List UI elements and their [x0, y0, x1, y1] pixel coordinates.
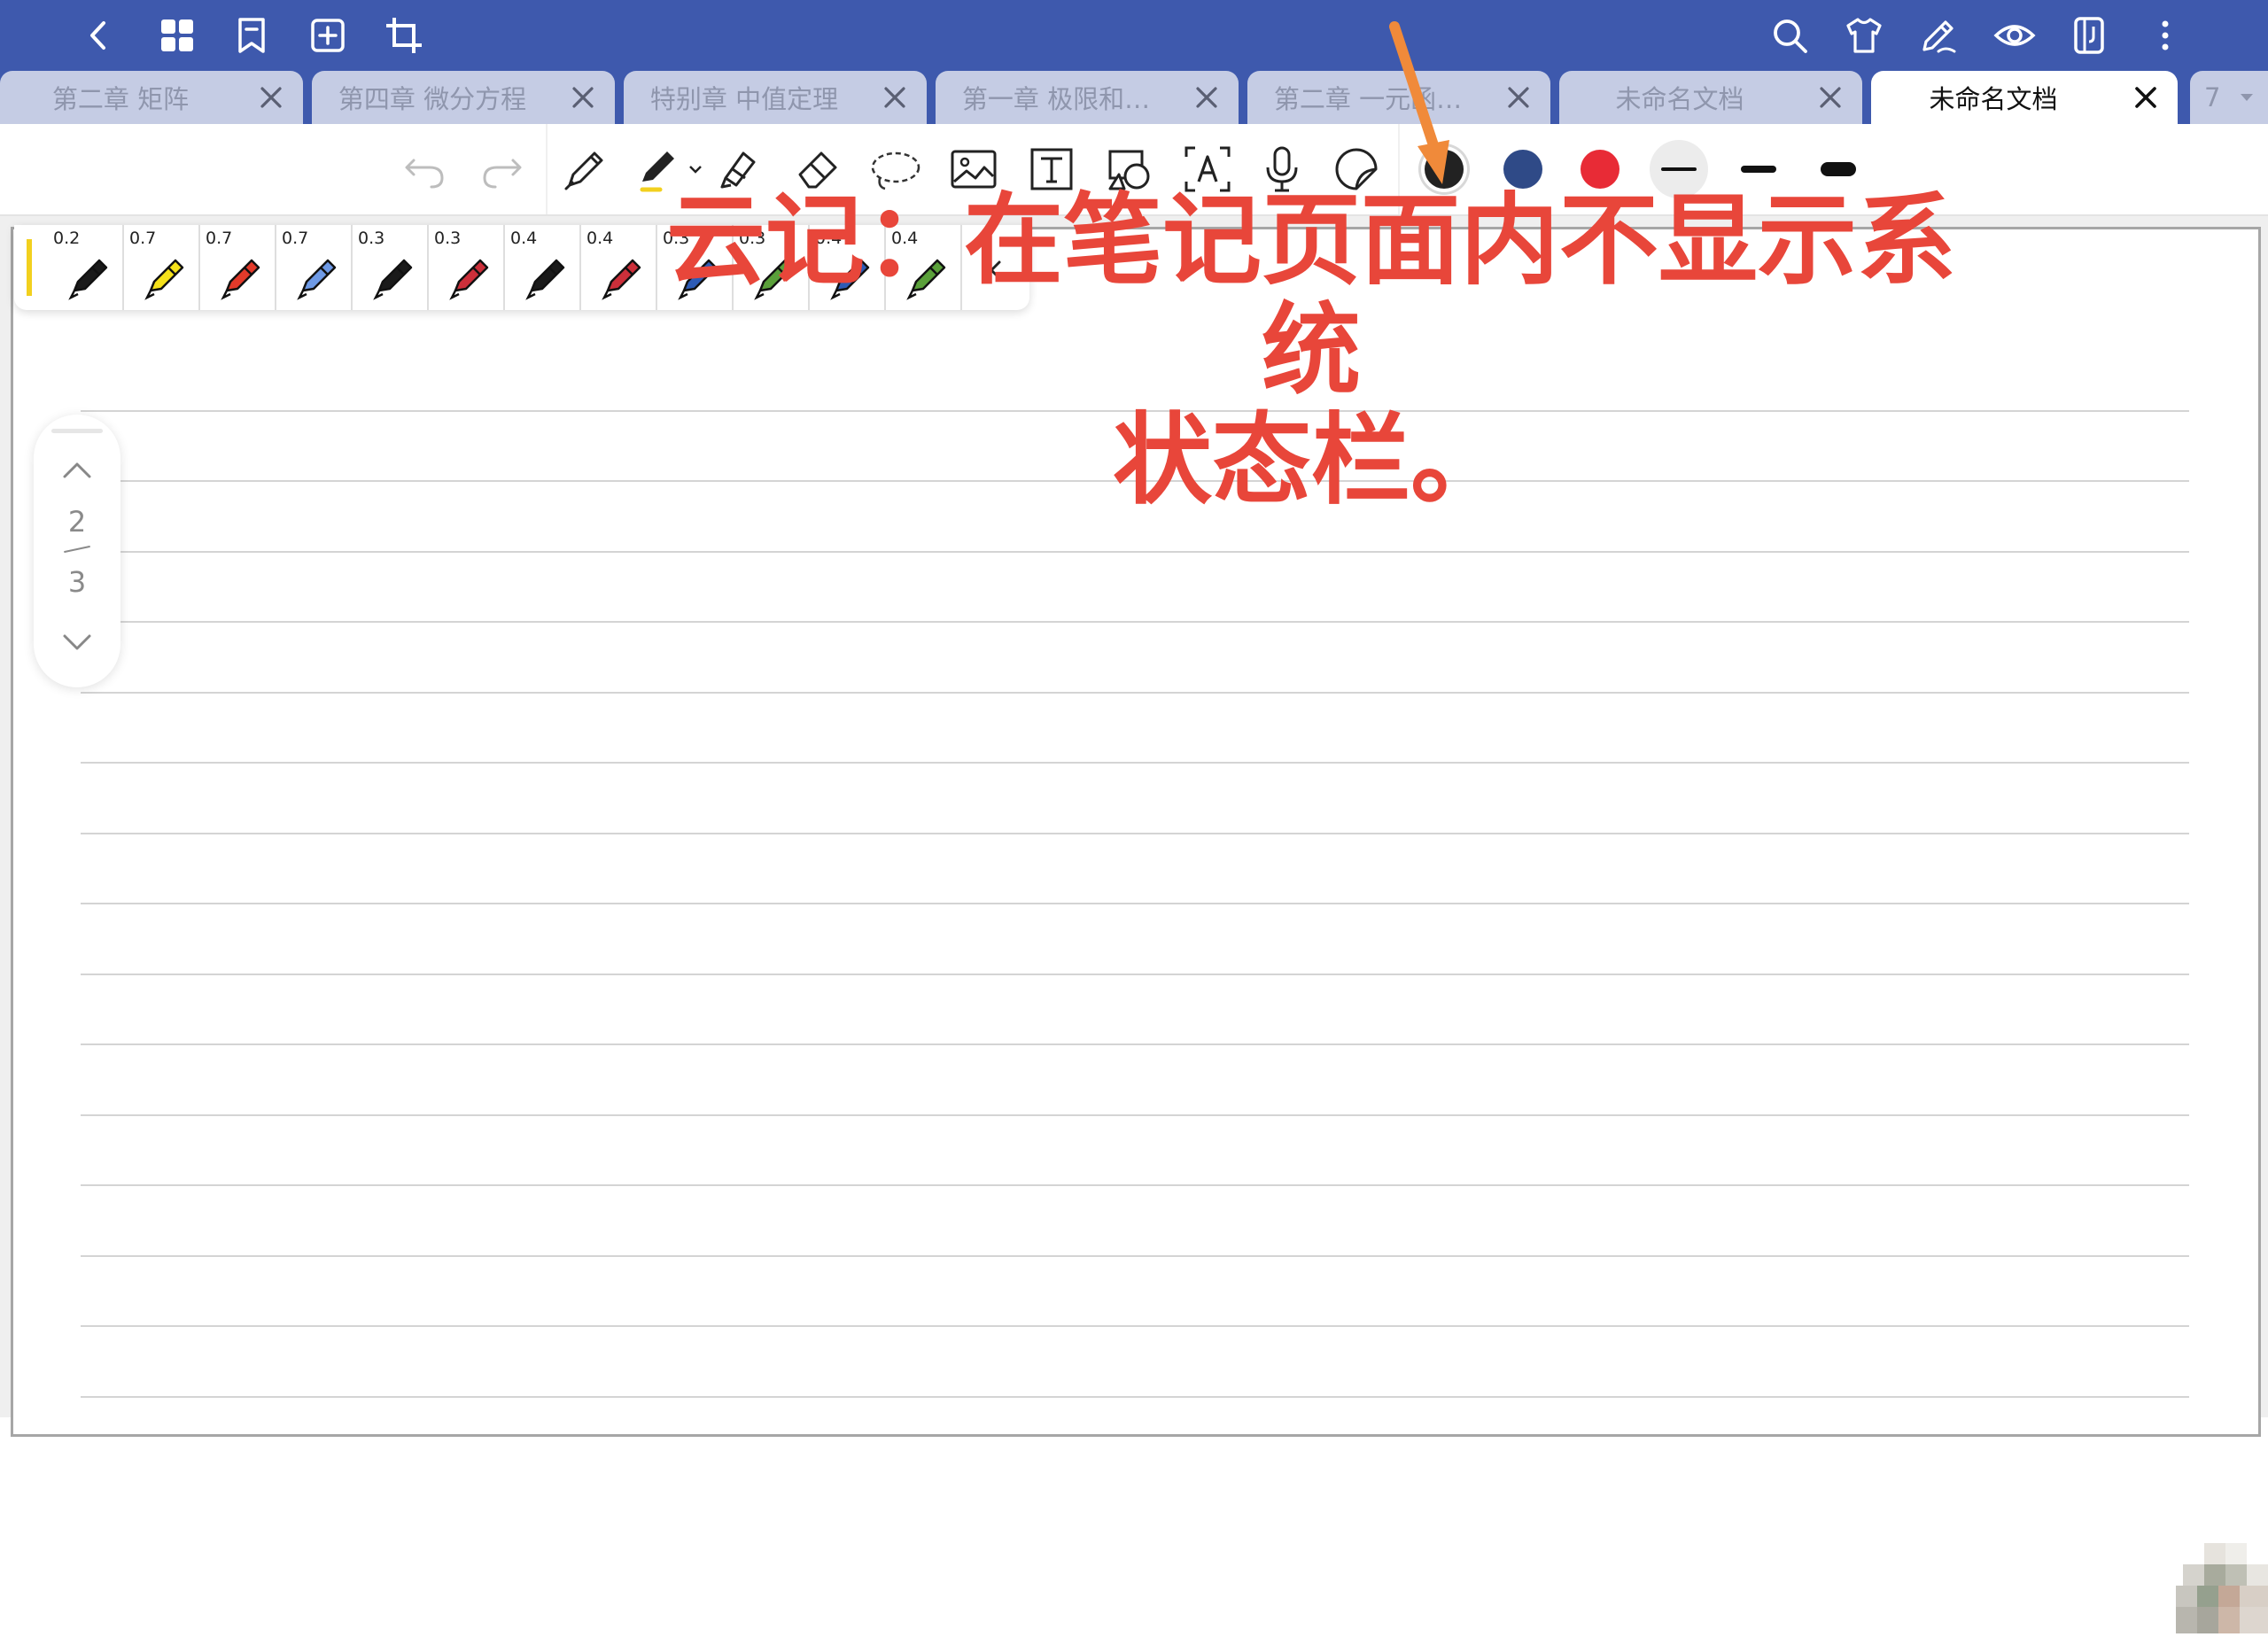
ruled-line: [81, 1255, 2189, 1257]
tab-document-active[interactable]: 未命名文档: [1871, 71, 2178, 124]
undo-icon[interactable]: [397, 140, 455, 198]
tab-document[interactable]: 第二章 矩阵: [0, 71, 303, 124]
eye-icon[interactable]: [1990, 11, 2039, 60]
add-page-icon[interactable]: [303, 11, 353, 60]
close-icon[interactable]: [1503, 81, 1534, 113]
ruled-line: [81, 1325, 2189, 1327]
ruled-line: [81, 551, 2189, 553]
close-icon[interactable]: [879, 81, 911, 113]
tab-label: 未命名文档: [1929, 84, 2058, 114]
chevron-up-icon[interactable]: [50, 445, 104, 498]
current-page-number: 2: [67, 505, 87, 539]
tab-document[interactable]: 第四章 微分方程: [312, 71, 615, 124]
pen-preset[interactable]: 0.3: [427, 225, 505, 310]
pen-preset[interactable]: 0.7: [198, 225, 276, 310]
pen-size-label: 0.3: [434, 229, 462, 248]
pen-size-label: 0.7: [206, 229, 233, 248]
drag-handle[interactable]: [51, 429, 103, 433]
tab-count-dropdown[interactable]: 7: [2190, 71, 2268, 124]
pen-edit-icon[interactable]: [1914, 11, 1963, 60]
tab-label: 特别章 中值定理: [649, 84, 839, 114]
shirt-icon[interactable]: [1839, 11, 1889, 60]
top-app-bar: [0, 0, 2268, 71]
annotation-arrow: [1389, 21, 1449, 184]
ruled-line: [81, 903, 2189, 904]
close-icon[interactable]: [2130, 81, 2162, 113]
tab-document[interactable]: 未命名文档: [1559, 71, 1862, 124]
tab-label: 未命名文档: [1615, 84, 1744, 114]
pen-icon: [525, 259, 565, 300]
annotation-line-1: 云记：在笔记页面内不显示系统: [666, 183, 1956, 408]
tab-label: 第一章 极限和…: [961, 84, 1151, 114]
pen-size-label: 0.4: [510, 229, 538, 248]
close-icon[interactable]: [1814, 81, 1846, 113]
chevron-down-icon: [689, 166, 702, 174]
ruled-line: [81, 1396, 2189, 1398]
tab-document[interactable]: 特别章 中值定理: [624, 71, 927, 124]
ruled-line: [81, 621, 2189, 623]
pen-icon: [68, 259, 108, 300]
notebook-icon[interactable]: [2064, 11, 2114, 60]
close-icon[interactable]: [255, 81, 287, 113]
back-icon[interactable]: [74, 11, 124, 60]
pen-preset[interactable]: 0.4: [503, 225, 581, 310]
close-icon[interactable]: [567, 81, 599, 113]
pen-size-label: 0.7: [282, 229, 309, 248]
tab-document[interactable]: 第一章 极限和…: [936, 71, 1239, 124]
pen-icon: [144, 259, 184, 300]
tab-bar: 第二章 矩阵 第四章 微分方程 特别章 中值定理 第一章 极限和… 第二章 一元…: [0, 71, 2268, 124]
chevron-down-icon: [2241, 94, 2254, 101]
pen-icon: [449, 259, 489, 300]
tab-count: 7: [2204, 82, 2221, 112]
pen-preset[interactable]: 0.7: [275, 225, 353, 310]
pen-size-label: 0.7: [129, 229, 157, 248]
annotation-line-2: 状态栏。: [1113, 403, 1510, 518]
ruled-line: [81, 762, 2189, 764]
fountain-pen-icon[interactable]: [556, 140, 615, 198]
pen-preset[interactable]: 0.2: [46, 225, 124, 310]
annotation-caption: 云记：在笔记页面内不显示系统 状态栏。: [620, 186, 2002, 516]
ruled-line: [81, 833, 2189, 834]
search-icon[interactable]: [1765, 11, 1814, 60]
bookmark-icon[interactable]: [227, 11, 276, 60]
ruled-line: [81, 1114, 2189, 1116]
ruled-line: [81, 692, 2189, 694]
tab-label: 第四章 微分方程: [338, 84, 527, 114]
pen-icon: [221, 259, 260, 300]
pen-size-label: 0.4: [586, 229, 614, 248]
pen-size-label: 0.3: [358, 229, 385, 248]
pen-icon: [297, 259, 337, 300]
pen-preset[interactable]: 0.7: [122, 225, 200, 310]
redo-icon[interactable]: [471, 140, 530, 198]
close-icon[interactable]: [1191, 81, 1223, 113]
pen-preset[interactable]: 0.3: [351, 225, 429, 310]
page-divider: [64, 545, 90, 554]
toolbar-divider: [546, 124, 548, 214]
ruled-line: [81, 1184, 2189, 1186]
grid-icon[interactable]: [152, 11, 202, 60]
active-preset-indicator: [27, 239, 32, 296]
tab-label: 第二章 矩阵: [51, 84, 190, 114]
page-navigator: 2 3: [34, 415, 120, 687]
total-page-count: 3: [67, 565, 87, 599]
ruled-line: [81, 974, 2189, 975]
pen-size-label: 0.2: [53, 229, 81, 248]
avatar: [2169, 1536, 2268, 1633]
pen-icon: [373, 259, 413, 300]
ruled-line: [81, 1043, 2189, 1045]
crop-icon[interactable]: [379, 11, 429, 60]
more-icon[interactable]: [2140, 11, 2190, 60]
chevron-down-icon[interactable]: [50, 615, 104, 668]
